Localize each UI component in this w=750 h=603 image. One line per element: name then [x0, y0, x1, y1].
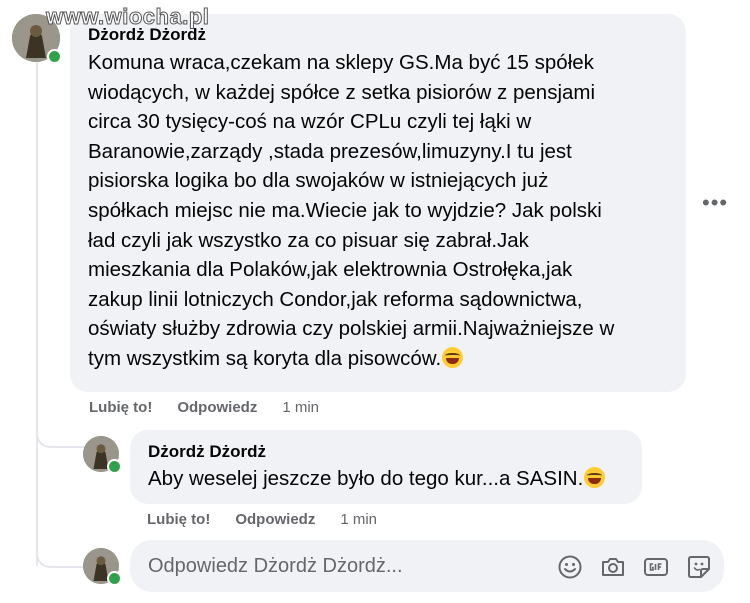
reply-button[interactable]: Odpowiedz	[177, 399, 257, 416]
comment-timestamp[interactable]: 1 min	[282, 399, 319, 416]
composer-avatar	[83, 548, 122, 586]
online-status-dot	[47, 49, 62, 64]
sticker-icon-glyph	[688, 556, 710, 578]
watermark: www.wiocha.pl	[45, 4, 210, 30]
thread-line	[36, 62, 38, 566]
more-options-button[interactable]: •••	[702, 192, 728, 214]
reply-author[interactable]: Dżordż Dżordż	[148, 442, 266, 462]
reply-avatar[interactable]	[83, 436, 122, 474]
comment-body: Komuna wraca,czekam na sklepy GS.Ma być …	[88, 48, 678, 374]
camera-icon-glyph	[602, 558, 624, 576]
reply-laughing-emoji-icon	[584, 467, 606, 488]
reply-input-placeholder[interactable]: Odpowiedz Dżordż Dżordż...	[148, 555, 403, 578]
camera-icon[interactable]	[600, 554, 626, 580]
gif-icon-glyph	[644, 558, 668, 576]
reply-composer[interactable]: Odpowiedz Dżordż Dżordż...	[130, 540, 724, 592]
comment-bubble: Dżordż Dżordż Komuna wraca,czekam na skl…	[70, 14, 686, 392]
reply-text-content: Aby weselej jeszcze było do tego kur...a…	[148, 467, 584, 490]
sticker-icon[interactable]	[686, 554, 712, 580]
like-button[interactable]: Lubię to!	[89, 399, 152, 416]
comment-actions: Lubię to! Odpowiedz 1 min	[89, 399, 319, 416]
comment-text-content: Komuna wraca,czekam na sklepy GS.Ma być …	[88, 51, 615, 370]
reply-text: Aby weselej jeszcze było do tego kur...a…	[148, 464, 606, 494]
gif-icon[interactable]	[643, 554, 669, 580]
reply-bubble: Dżordż Dżordż Aby weselej jeszcze było d…	[130, 430, 642, 504]
reply-timestamp[interactable]: 1 min	[340, 511, 377, 528]
emoji-icon-glyph	[558, 555, 582, 579]
emoji-icon[interactable]	[557, 554, 583, 580]
comment-text: Komuna wraca,czekam na sklepy GS.Ma być …	[88, 48, 678, 374]
laughing-emoji-icon	[442, 346, 464, 368]
reply-reply-button[interactable]: Odpowiedz	[235, 511, 315, 528]
composer-online-status-dot	[107, 571, 122, 586]
reply-online-status-dot	[107, 459, 122, 474]
reply-actions: Lubię to! Odpowiedz 1 min	[147, 511, 377, 528]
reply-like-button[interactable]: Lubię to!	[147, 511, 210, 528]
